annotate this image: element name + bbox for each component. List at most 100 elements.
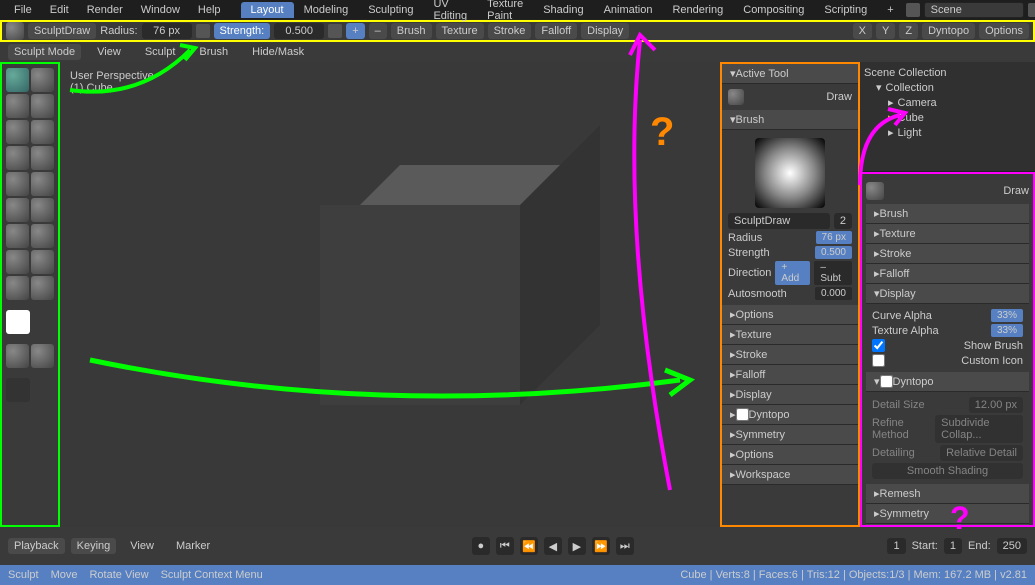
axis-y[interactable]: Y bbox=[876, 23, 895, 39]
menu-edit[interactable]: Edit bbox=[42, 2, 77, 18]
dir-add[interactable]: + Add bbox=[775, 261, 810, 285]
viewport-3d[interactable]: User Perspective (1) Cube Active Tool Dr… bbox=[60, 62, 860, 527]
brush-name-field[interactable]: SculptDraw bbox=[728, 213, 830, 229]
dir-sub[interactable]: – Subt bbox=[814, 261, 852, 285]
keying-menu[interactable]: Keying bbox=[71, 538, 117, 554]
vp-hidemask-menu[interactable]: Hide/Mask bbox=[244, 44, 312, 60]
tool-boxmask[interactable] bbox=[6, 344, 29, 368]
tool-flatten[interactable] bbox=[6, 172, 29, 196]
tool-inflate[interactable] bbox=[6, 120, 29, 144]
panel-brush[interactable]: Brush bbox=[722, 110, 858, 130]
options-menu[interactable]: Options bbox=[979, 23, 1029, 39]
smooth-shading[interactable]: Smooth Shading bbox=[872, 463, 1023, 479]
tool-layer[interactable] bbox=[31, 94, 54, 118]
dyntopo-toggle[interactable]: Dyntopo bbox=[922, 23, 975, 39]
prop-display[interactable]: Display bbox=[866, 284, 1029, 304]
tool-elastic[interactable] bbox=[31, 224, 54, 248]
autokey-icon[interactable]: ● bbox=[472, 537, 490, 555]
panel-stroke[interactable]: Stroke bbox=[722, 345, 858, 365]
tool-annotate[interactable] bbox=[6, 378, 30, 402]
show-brush-check[interactable] bbox=[872, 339, 885, 352]
menu-render[interactable]: Render bbox=[79, 2, 131, 18]
panel-dyntopo[interactable]: Dyntopo bbox=[722, 405, 858, 425]
axis-z[interactable]: Z bbox=[899, 23, 918, 39]
key-prev-icon[interactable]: ⏪ bbox=[520, 537, 538, 555]
brush-preview[interactable] bbox=[755, 138, 825, 208]
tab-compositing[interactable]: Compositing bbox=[733, 2, 814, 18]
tool-scrape[interactable] bbox=[6, 198, 29, 222]
tab-modeling[interactable]: Modeling bbox=[294, 2, 359, 18]
tool-grab[interactable] bbox=[6, 224, 29, 248]
end-frame[interactable]: 250 bbox=[997, 538, 1027, 554]
prop-stroke[interactable]: Stroke bbox=[866, 244, 1029, 264]
custom-icon-check[interactable] bbox=[872, 354, 885, 367]
strength-v[interactable]: 0.500 bbox=[815, 246, 852, 259]
mode-select[interactable]: Sculpt Mode bbox=[8, 44, 81, 60]
start-frame[interactable]: 1 bbox=[944, 538, 962, 554]
vp-sculpt-menu[interactable]: Sculpt bbox=[137, 44, 184, 60]
header-stroke-menu[interactable]: Stroke bbox=[488, 23, 532, 39]
tool-pose[interactable] bbox=[6, 276, 29, 300]
jump-end-icon[interactable]: ⏭ bbox=[616, 537, 634, 555]
tool-mask[interactable] bbox=[6, 310, 30, 334]
tool-smooth[interactable] bbox=[31, 146, 54, 170]
axis-x[interactable]: X bbox=[853, 23, 872, 39]
panel-falloff[interactable]: Falloff bbox=[722, 365, 858, 385]
header-falloff-menu[interactable]: Falloff bbox=[535, 23, 577, 39]
radius-pressure-icon[interactable] bbox=[196, 24, 210, 38]
direction-add[interactable]: + bbox=[346, 23, 364, 39]
detail-size-v[interactable]: 12.00 px bbox=[969, 397, 1023, 413]
panel-symmetry[interactable]: Symmetry bbox=[722, 425, 858, 445]
radius-v[interactable]: 76 px bbox=[816, 231, 852, 244]
tool-clay[interactable] bbox=[31, 68, 54, 92]
panel-options2[interactable]: Options bbox=[722, 445, 858, 465]
play-icon[interactable]: ▶ bbox=[568, 537, 586, 555]
tab-rendering[interactable]: Rendering bbox=[662, 2, 733, 18]
tool-draw[interactable] bbox=[6, 68, 29, 92]
tex-alpha-v[interactable]: 33% bbox=[991, 324, 1023, 337]
panel-options[interactable]: Options bbox=[722, 305, 858, 325]
collection[interactable]: ▾ Collection bbox=[864, 80, 1031, 95]
refine-v[interactable]: Subdivide Collap... bbox=[935, 415, 1023, 443]
outliner[interactable]: Scene Collection ▾ Collection ▸ Camera ▸… bbox=[860, 62, 1035, 172]
menu-help[interactable]: Help bbox=[190, 2, 229, 18]
panel-texture[interactable]: Texture bbox=[722, 325, 858, 345]
tab-shading[interactable]: Shading bbox=[533, 2, 593, 18]
tool-snake[interactable] bbox=[6, 250, 29, 274]
autosmooth-v[interactable]: 0.000 bbox=[815, 287, 852, 300]
tool-crease[interactable] bbox=[6, 146, 29, 170]
prop-texture[interactable]: Texture bbox=[866, 224, 1029, 244]
detailing-v[interactable]: Relative Detail bbox=[940, 445, 1023, 461]
brush-icon[interactable] bbox=[6, 22, 24, 40]
tab-sculpting[interactable]: Sculpting bbox=[358, 2, 423, 18]
scene-name-input[interactable] bbox=[924, 2, 1024, 18]
tool-nudge[interactable] bbox=[31, 276, 54, 300]
tab-animation[interactable]: Animation bbox=[594, 2, 663, 18]
strength-input[interactable]: 0.500 bbox=[274, 23, 324, 39]
vp-view-menu[interactable]: View bbox=[89, 44, 129, 60]
light-item[interactable]: ▸ Light bbox=[864, 125, 1031, 140]
brush-name[interactable]: SculptDraw bbox=[28, 23, 96, 39]
scene-collection[interactable]: Scene Collection bbox=[864, 66, 1031, 80]
prop-dyntopo-check[interactable] bbox=[880, 375, 893, 388]
cube-item[interactable]: ▸ Cube bbox=[864, 110, 1031, 125]
timeline-marker[interactable]: Marker bbox=[168, 538, 218, 554]
header-display-menu[interactable]: Display bbox=[581, 23, 629, 39]
header-texture-menu[interactable]: Texture bbox=[436, 23, 484, 39]
tool-blob[interactable] bbox=[31, 120, 54, 144]
current-frame[interactable]: 1 bbox=[887, 538, 905, 554]
curve-alpha-v[interactable]: 33% bbox=[991, 309, 1023, 322]
jump-start-icon[interactable]: ⏮ bbox=[496, 537, 514, 555]
playback-menu[interactable]: Playback bbox=[8, 538, 65, 554]
prop-brush[interactable]: Brush bbox=[866, 204, 1029, 224]
prop-dyntopo[interactable]: Dyntopo bbox=[866, 372, 1029, 392]
prop-options[interactable]: Options bbox=[866, 524, 1029, 527]
tool-fill[interactable] bbox=[31, 172, 54, 196]
tab-scripting[interactable]: Scripting bbox=[814, 2, 877, 18]
header-brush-menu[interactable]: Brush bbox=[391, 23, 432, 39]
dyntopo-check[interactable] bbox=[736, 408, 749, 421]
menu-window[interactable]: Window bbox=[133, 2, 188, 18]
tab-texpaint[interactable]: Texture Paint bbox=[477, 0, 533, 24]
panel-active-tool[interactable]: Active Tool bbox=[722, 64, 858, 84]
panel-workspace[interactable]: Workspace bbox=[722, 465, 858, 485]
